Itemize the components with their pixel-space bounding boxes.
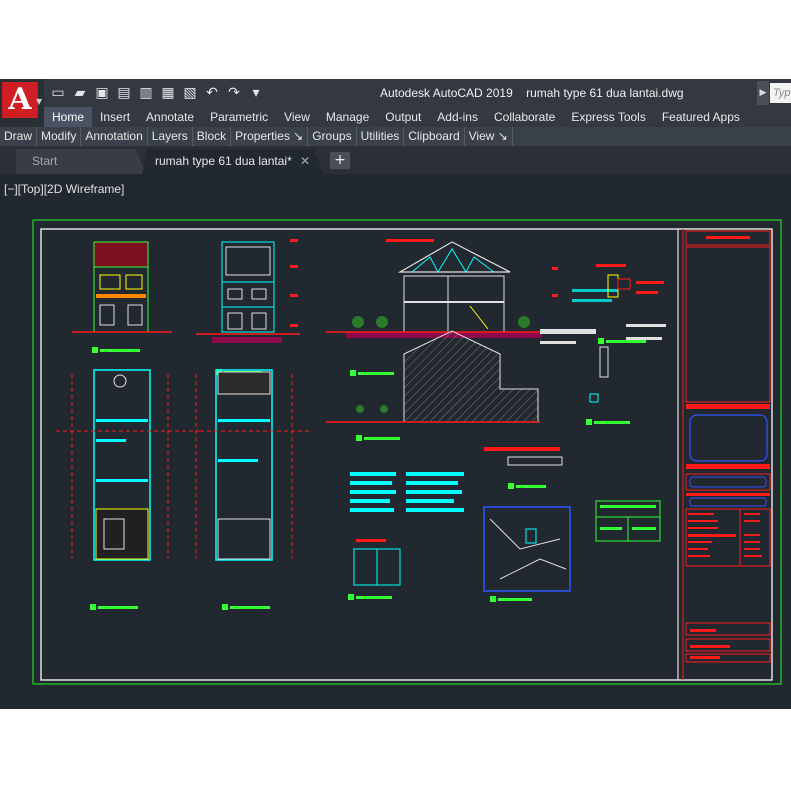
save-to-web-icon[interactable]: ▦ [158,83,178,103]
floor-plan-upper [195,369,310,610]
ribbon-tab-featured-apps[interactable]: Featured Apps [654,107,748,127]
roof-section-hatched [326,330,540,441]
viewport-controls[interactable]: [−][Top][2D Wireframe] [4,182,124,196]
customize-qat-icon[interactable]: ▾ [246,83,266,103]
ribbon-tab-home[interactable]: Home [44,107,93,127]
panel-groups[interactable]: Groups [308,127,357,146]
new-file-icon[interactable]: ▭ [48,83,68,103]
save-as-icon[interactable]: ▤ [114,83,134,103]
chevron-down-icon: ▼ [36,97,43,106]
ribbon-tab-parametric[interactable]: Parametric [202,107,276,127]
site-plan [483,506,571,602]
bathroom-detail [348,539,401,600]
open-folder-icon[interactable]: ▰ [70,83,90,103]
panel-view[interactable]: View ↘ [465,127,513,146]
ribbon-tab-output[interactable]: Output [377,107,429,127]
ribbon-tab-annotate[interactable]: Annotate [138,107,202,127]
panel-block[interactable]: Block [193,127,232,146]
sheet-outer-border [32,219,782,685]
notes-text-block [350,472,464,512]
ribbon-panel-bar: Draw Modify Annotation Layers Block Propertie… [0,127,791,146]
floor-plan-ground [56,369,200,610]
ribbon-tab-bar: Home Insert Annotate Parametric View Manage Ou… [44,107,791,127]
close-icon: ✕ [300,154,311,168]
save-icon[interactable]: ▣ [92,83,112,103]
title-block [685,230,771,663]
title-bar: Autodesk AutoCAD 2019 rumah type 61 dua … [0,79,791,107]
window-title: Autodesk AutoCAD 2019 rumah type 61 dua … [380,86,684,100]
plot-icon[interactable]: ▧ [180,83,200,103]
new-tab-button[interactable]: + [330,152,350,169]
ribbon-tab-add-ins[interactable]: Add-ins [429,107,486,127]
ribbon-tab-express-tools[interactable]: Express Tools [563,107,653,127]
expand-arrow-icon[interactable]: ▶ [757,81,769,105]
legend-table [595,500,661,542]
ribbon-tab-view[interactable]: View [276,107,318,127]
open-from-web-icon[interactable]: ▥ [136,83,156,103]
redo-icon[interactable]: ↷ [224,83,244,103]
tab-start[interactable]: Start [16,149,146,174]
panel-utilities[interactable]: Utilities [357,127,405,146]
side-elevation [196,239,300,375]
panel-properties[interactable]: Properties ↘ [231,127,309,146]
panel-annotation[interactable]: Annotation [81,127,148,146]
panel-clipboard[interactable]: Clipboard [404,127,465,146]
ribbon-tab-manage[interactable]: Manage [318,107,377,127]
tab-current-drawing[interactable]: rumah type 61 dua lantai* [142,149,324,174]
tab-close-button[interactable]: ✕ [300,149,314,174]
panel-layers[interactable]: Layers [148,127,193,146]
panel-draw[interactable]: Draw [0,127,38,146]
document-tab-bar: Start rumah type 61 dua lantai* ✕ + [0,146,791,174]
undo-icon[interactable]: ↶ [202,83,222,103]
drawing-canvas[interactable] [0,219,791,699]
quick-access-toolbar: ▭ ▰ ▣ ▤ ▥ ▦ ▧ ↶ ↷ ▾ [48,83,266,103]
application-menu-button[interactable]: A ▼ [0,79,44,127]
ribbon-tab-collaborate[interactable]: Collaborate [486,107,563,127]
tab-current-drawing-label: rumah type 61 dua lantai* [155,154,292,168]
front-elevation [72,241,172,353]
autocad-window: Autodesk AutoCAD 2019 rumah type 61 dua … [0,79,791,709]
autocad-logo-icon: A [2,82,38,118]
ribbon-tab-insert[interactable]: Insert [92,107,138,127]
panel-modify[interactable]: Modify [37,127,82,146]
search-input[interactable]: Typ [770,83,791,103]
